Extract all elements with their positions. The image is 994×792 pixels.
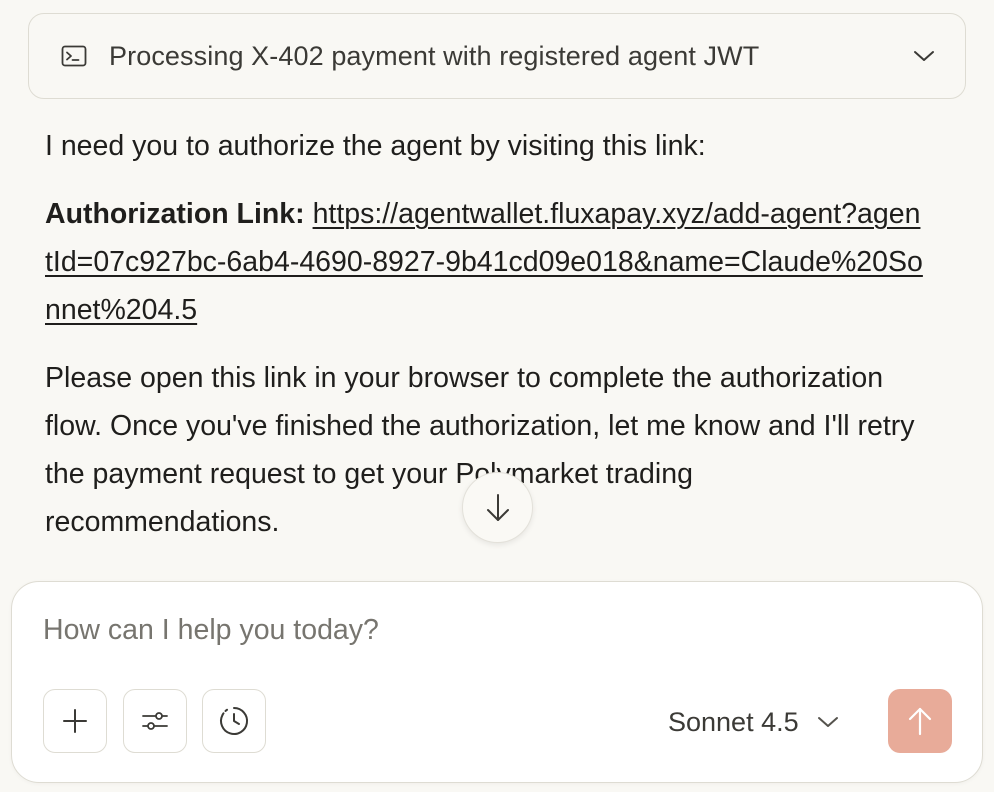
add-attachment-button[interactable] (43, 689, 107, 753)
sliders-icon (141, 709, 169, 733)
model-selector[interactable]: Sonnet 4.5 (668, 700, 839, 744)
authorization-link-label: Authorization Link: (45, 198, 305, 230)
message-composer: Sonnet 4.5 (11, 581, 983, 783)
model-name: Sonnet 4.5 (668, 706, 799, 737)
arrow-up-icon (907, 706, 933, 736)
chat-input[interactable] (43, 614, 903, 647)
tool-call-title: Processing X-402 payment with registered… (109, 40, 760, 71)
history-icon (218, 705, 250, 737)
plus-icon (62, 708, 88, 734)
arrow-down-icon (485, 493, 511, 523)
authorization-paragraph: Authorization Link: https://agentwallet.… (45, 190, 925, 334)
scroll-to-bottom-button[interactable] (462, 472, 533, 543)
tools-settings-button[interactable] (123, 689, 187, 753)
tool-call-card[interactable]: Processing X-402 payment with registered… (28, 13, 966, 99)
message-intro: I need you to authorize the agent by vis… (45, 130, 706, 162)
terminal-icon (61, 45, 87, 67)
send-button[interactable] (888, 689, 952, 753)
chevron-down-icon (817, 715, 839, 729)
chevron-down-icon[interactable] (911, 43, 937, 69)
history-button[interactable] (202, 689, 266, 753)
